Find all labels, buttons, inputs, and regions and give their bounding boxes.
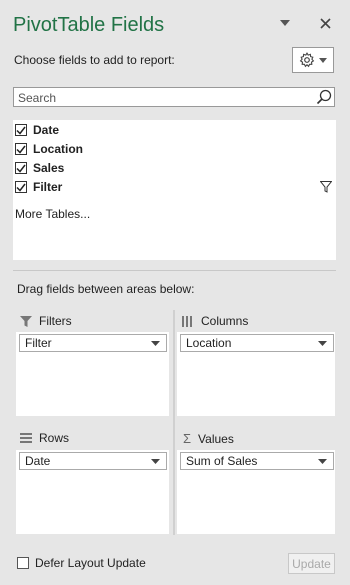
- values-area-title: Values: [198, 431, 234, 446]
- drag-fields-label: Drag fields between areas below:: [17, 282, 195, 296]
- field-checkbox[interactable]: [15, 181, 27, 193]
- field-label: Location: [33, 142, 83, 156]
- field-label: Date: [33, 123, 60, 137]
- more-tables-link[interactable]: More Tables...: [15, 207, 90, 221]
- field-checkbox[interactable]: [15, 124, 27, 136]
- field-item-sales[interactable]: Sales: [15, 159, 64, 177]
- checkmark-icon: [16, 164, 26, 173]
- checkmark-icon: [16, 145, 26, 154]
- choose-fields-label: Choose fields to add to report:: [14, 53, 175, 67]
- search-box[interactable]: [13, 87, 335, 107]
- values-field-chip[interactable]: Sum of Sales: [180, 452, 334, 470]
- filters-area-header: Filters: [20, 314, 72, 328]
- field-chip-label: Date: [25, 454, 51, 468]
- columns-field-chip[interactable]: Location: [180, 334, 334, 352]
- values-area-header: Σ Values: [183, 431, 234, 446]
- defer-layout-checkbox[interactable]: [17, 557, 29, 569]
- caret-down-icon: [151, 340, 160, 346]
- caret-down-icon: [151, 458, 160, 464]
- caret-down-icon: [280, 20, 290, 26]
- rows-area[interactable]: Date: [16, 450, 169, 534]
- task-pane-options-button[interactable]: [276, 14, 294, 32]
- field-chip-label: Location: [186, 336, 232, 350]
- gear-icon: [299, 52, 315, 68]
- filters-field-chip[interactable]: Filter: [19, 334, 167, 352]
- field-label: Sales: [33, 161, 65, 175]
- values-area[interactable]: Sum of Sales: [177, 450, 335, 534]
- rows-icon: [20, 433, 32, 443]
- field-checkbox[interactable]: [15, 143, 27, 155]
- columns-area[interactable]: Location: [177, 332, 335, 416]
- field-checkbox[interactable]: [15, 162, 27, 174]
- close-icon: [319, 17, 331, 29]
- rows-area-title: Rows: [39, 431, 70, 445]
- section-separator: [13, 270, 336, 271]
- tools-settings-button[interactable]: [292, 47, 334, 73]
- caret-down-icon: [318, 458, 327, 464]
- close-button[interactable]: [316, 14, 334, 32]
- sigma-icon: Σ: [183, 431, 192, 446]
- update-button: Update: [288, 553, 335, 574]
- rows-area-header: Rows: [20, 431, 69, 445]
- rows-field-chip[interactable]: Date: [19, 452, 167, 470]
- filters-area[interactable]: Filter: [16, 332, 169, 416]
- caret-down-icon: [319, 57, 327, 63]
- filter-icon[interactable]: [320, 181, 332, 193]
- field-item-date[interactable]: Date: [15, 121, 59, 139]
- columns-area-header: Columns: [182, 314, 248, 328]
- field-item-location[interactable]: Location: [15, 140, 83, 158]
- columns-icon: [182, 315, 192, 327]
- checkmark-icon: [16, 183, 26, 192]
- field-item-filter[interactable]: Filter: [15, 178, 62, 196]
- filter-icon: [20, 315, 32, 327]
- defer-layout-label[interactable]: Defer Layout Update: [35, 556, 146, 570]
- field-list: Date Location Sales Filter More Tables..…: [13, 120, 336, 260]
- field-chip-label: Sum of Sales: [186, 454, 258, 468]
- checkmark-icon: [16, 126, 26, 135]
- search-input[interactable]: [16, 89, 310, 107]
- columns-area-title: Columns: [201, 314, 249, 328]
- pane-title: PivotTable Fields: [13, 14, 165, 36]
- filters-area-title: Filters: [39, 314, 72, 328]
- field-label: Filter: [33, 180, 63, 194]
- area-divider: [173, 310, 175, 535]
- search-icon[interactable]: [316, 89, 332, 105]
- caret-down-icon: [318, 340, 327, 346]
- field-chip-label: Filter: [25, 336, 52, 350]
